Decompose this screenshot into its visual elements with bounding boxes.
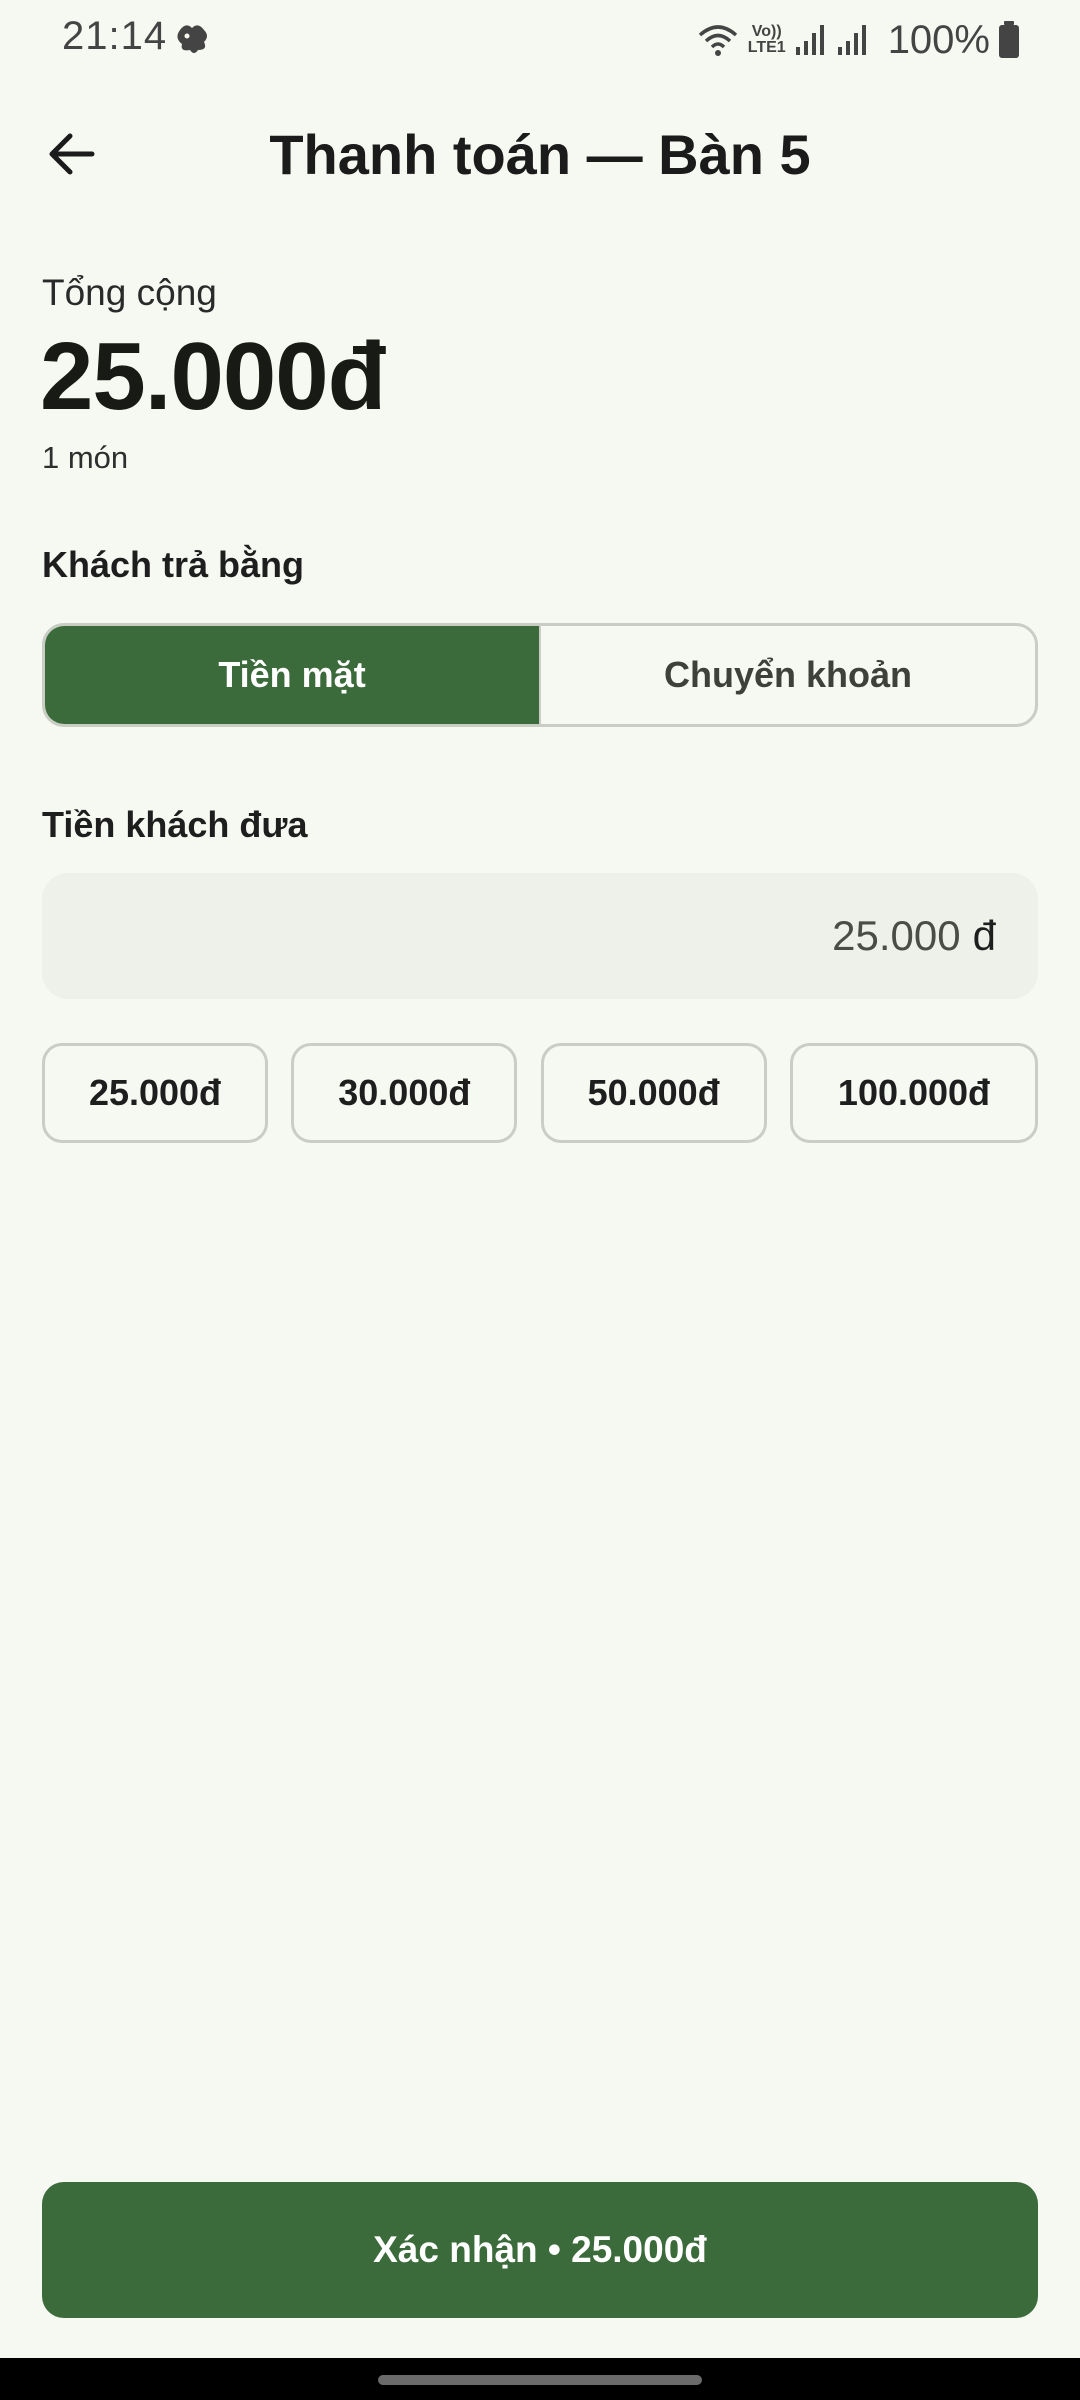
- status-time: 21:14: [62, 14, 168, 58]
- signal-icon: [836, 23, 868, 57]
- home-indicator[interactable]: [378, 2375, 702, 2385]
- volte-lte-indicator: Vo)) LTE1: [748, 24, 786, 56]
- payment-method-label: Khách trả bằng: [42, 544, 305, 585]
- page-title: Thanh toán — Bàn 5: [269, 123, 811, 186]
- status-bar: 21:14 Vo)) LTE1 100%: [0, 0, 1080, 80]
- wifi-icon: [698, 23, 738, 57]
- quick-amounts: 25.000đ 30.000đ 50.000đ 100.000đ: [42, 1043, 1038, 1143]
- volte-label: Vo)): [751, 23, 782, 40]
- payment-option-transfer[interactable]: Chuyển khoản: [539, 626, 1035, 724]
- quick-amount-chip[interactable]: 25.000đ: [42, 1043, 268, 1143]
- quick-amount-chip[interactable]: 50.000đ: [540, 1043, 767, 1143]
- cash-given-input[interactable]: 25.000 đ: [42, 873, 1038, 999]
- app-bar: Thanh toán — Bàn 5: [0, 100, 1080, 210]
- item-count: 1 món: [42, 440, 129, 475]
- signal-icon: [794, 23, 826, 57]
- cash-given-label: Tiền khách đưa: [42, 804, 308, 845]
- total-amount: 25.000đ: [40, 323, 386, 430]
- lte-label: LTE1: [747, 39, 786, 56]
- payment-method-toggle: Tiền mặt Chuyển khoản: [42, 623, 1038, 727]
- quick-amount-chip[interactable]: 30.000đ: [291, 1043, 518, 1143]
- confirm-button[interactable]: Xác nhận • 25.000đ: [42, 2182, 1038, 2318]
- total-label: Tổng cộng: [42, 272, 217, 313]
- cash-given-value: 25.000: [832, 912, 961, 959]
- system-nav-bar: [0, 2358, 1080, 2400]
- back-button[interactable]: [30, 120, 114, 192]
- battery-percent: 100%: [887, 17, 990, 62]
- payment-option-cash[interactable]: Tiền mặt: [45, 626, 539, 724]
- quick-amount-chip[interactable]: 100.000đ: [789, 1043, 1038, 1143]
- notification-icon: [172, 20, 212, 58]
- cash-given-currency: đ: [972, 912, 996, 959]
- battery-icon: [998, 21, 1020, 59]
- arrow-left-icon: [48, 132, 96, 181]
- status-icons: Vo)) LTE1 100%: [698, 16, 1020, 64]
